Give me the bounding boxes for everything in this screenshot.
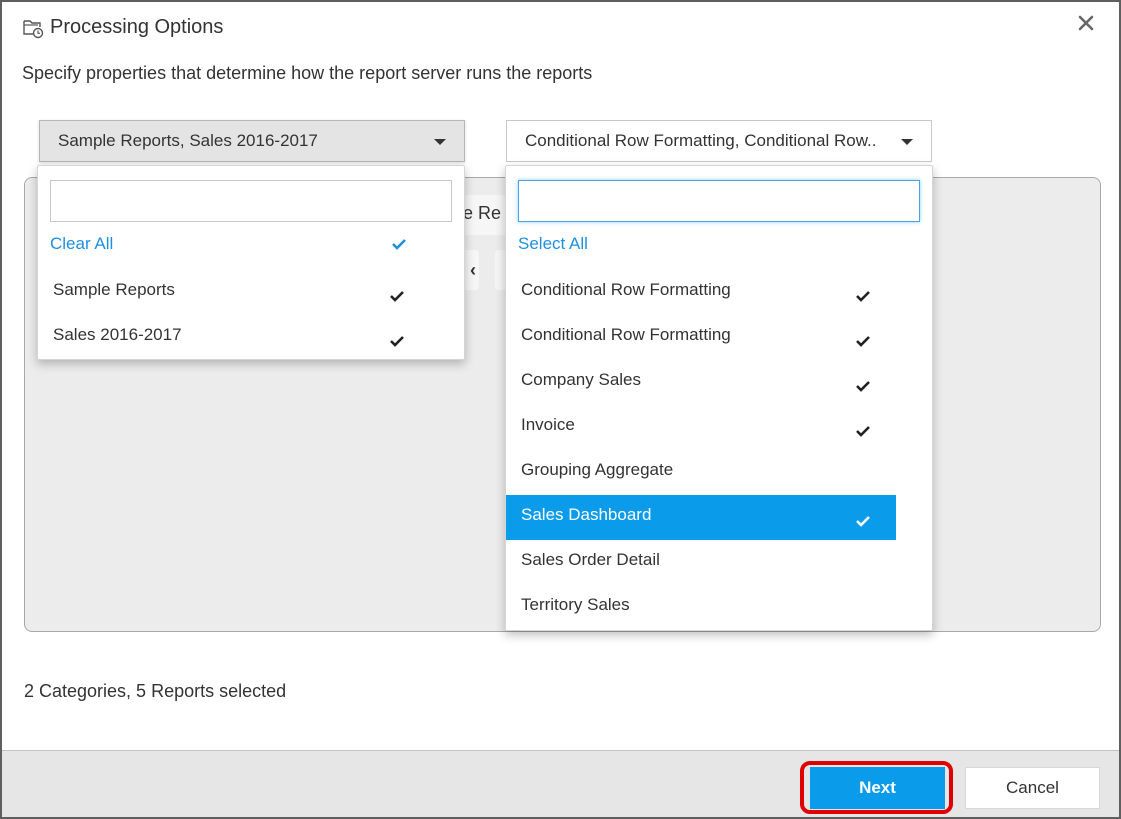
report-item[interactable]: Grouping Aggregate [506,450,896,495]
category-search-input[interactable] [50,180,452,222]
dialog-footer: Next Cancel [2,750,1119,817]
category-dropdown-value: Sample Reports, Sales 2016-2017 [58,131,318,150]
report-dropdown-menu: Select All Conditional Row Formatting Con… [505,165,933,631]
report-item-label: Grouping Aggregate [521,460,674,479]
report-item-label: Sales Order Detail [521,550,660,569]
close-icon[interactable] [1075,12,1097,34]
check-icon [392,239,406,250]
check-icon [856,516,870,527]
cancel-button[interactable]: Cancel [965,767,1100,809]
report-item-label: Conditional Row Formatting [521,325,731,344]
report-item[interactable]: Company Sales [506,360,896,405]
report-item[interactable]: Sales Dashboard [506,495,896,540]
report-item-label: Conditional Row Formatting [521,280,731,299]
category-item-sales-2016-2017[interactable]: Sales 2016-2017 [38,315,428,360]
folder-clock-icon [23,19,44,38]
category-item-label: Sales 2016-2017 [53,325,182,344]
report-dropdown[interactable]: Conditional Row Formatting, Conditional … [506,120,932,162]
next-button[interactable]: Next [810,767,945,809]
select-all-link[interactable]: Select All [518,234,588,254]
report-item[interactable]: Conditional Row Formatting [506,270,896,315]
report-item-label: Territory Sales [521,595,630,614]
category-item-label: Sample Reports [53,280,175,299]
processing-options-dialog: Processing Options Specify properties th… [0,0,1121,819]
check-icon [390,291,404,302]
check-icon [856,381,870,392]
report-item[interactable]: Territory Sales [506,585,896,630]
report-search-input[interactable] [518,180,920,222]
caret-down-icon [434,139,446,145]
clear-all-link[interactable]: Clear All [50,234,113,254]
dialog-header: Processing Options [22,16,223,39]
category-item-sample-reports[interactable]: Sample Reports [38,270,428,315]
check-icon [856,426,870,437]
dialog-title: Processing Options [50,16,224,38]
report-item-label: Sales Dashboard [521,505,652,524]
selection-status: 2 Categories, 5 Reports selected [24,681,287,701]
report-item[interactable]: Sales Order Detail [506,540,896,585]
caret-down-icon [901,139,913,145]
report-dropdown-value: Conditional Row Formatting, Conditional … [525,131,877,150]
category-dropdown[interactable]: Sample Reports, Sales 2016-2017 [39,120,465,162]
report-item-label: Company Sales [521,370,642,389]
check-icon [856,291,870,302]
category-dropdown-menu: Clear All Sample Reports Sales 2016-2017 [37,165,465,360]
report-item[interactable]: Conditional Row Formatting [506,315,896,360]
report-item[interactable]: Invoice [506,405,896,450]
check-icon [390,336,404,347]
check-icon [856,336,870,347]
dialog-subtitle: Specify properties that determine how th… [22,63,593,83]
report-item-label: Invoice [521,415,575,434]
